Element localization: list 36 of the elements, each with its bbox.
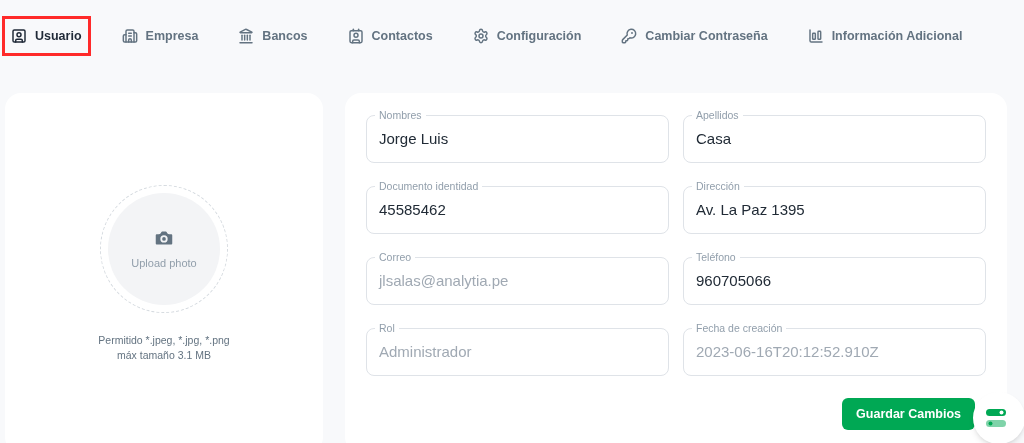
tab[interactable]: Usuario <box>2 16 91 56</box>
user-card-icon <box>11 28 27 44</box>
field-label: Documento identidad <box>375 179 483 193</box>
field-label: Teléfono <box>692 250 740 264</box>
field-value: Casa <box>696 128 732 149</box>
field-value: 45585462 <box>379 199 446 220</box>
building-icon <box>121 28 138 44</box>
field-value: 2023-06-16T20:12:52.910Z <box>696 341 879 362</box>
chart-icon <box>807 28 824 44</box>
field-value: Administrador <box>379 341 472 362</box>
save-button[interactable]: Guardar Cambios <box>842 398 975 430</box>
tab[interactable]: Configuración <box>463 16 591 56</box>
field-label: Fecha de creación <box>692 321 787 335</box>
field-value: jlsalas@analytia.pe <box>379 270 509 291</box>
tab[interactable]: Información Adicional <box>798 16 972 56</box>
field-label: Apellidos <box>692 108 743 122</box>
field-label: Correo <box>375 250 416 264</box>
tab[interactable]: Contactos <box>338 16 442 56</box>
contact-card-icon <box>347 28 364 44</box>
upload-hint: máx tamaño 3.1 MB <box>117 348 211 363</box>
settings-icon <box>472 28 489 44</box>
field-value: 960705066 <box>696 270 772 291</box>
field-value: Jorge Luis <box>379 128 449 149</box>
tab[interactable]: Empresa <box>112 16 208 56</box>
tab[interactable]: Bancos <box>229 16 317 56</box>
field-label: Rol <box>375 321 399 335</box>
toggle-icon <box>985 407 1007 429</box>
field-value: Av. La Paz 1395 <box>696 199 805 220</box>
tab[interactable]: Cambiar Contraseña <box>612 16 777 56</box>
bank-icon <box>238 28 255 44</box>
field-label: Dirección <box>692 179 744 193</box>
field-label: Nombres <box>375 108 426 122</box>
settings-toggle-button[interactable] <box>973 392 1024 443</box>
key-icon <box>621 28 638 44</box>
upload-label: Upload photo <box>131 255 197 271</box>
upload-hint: Permitido *.jpeg, *.jpg, *.png <box>98 333 230 348</box>
